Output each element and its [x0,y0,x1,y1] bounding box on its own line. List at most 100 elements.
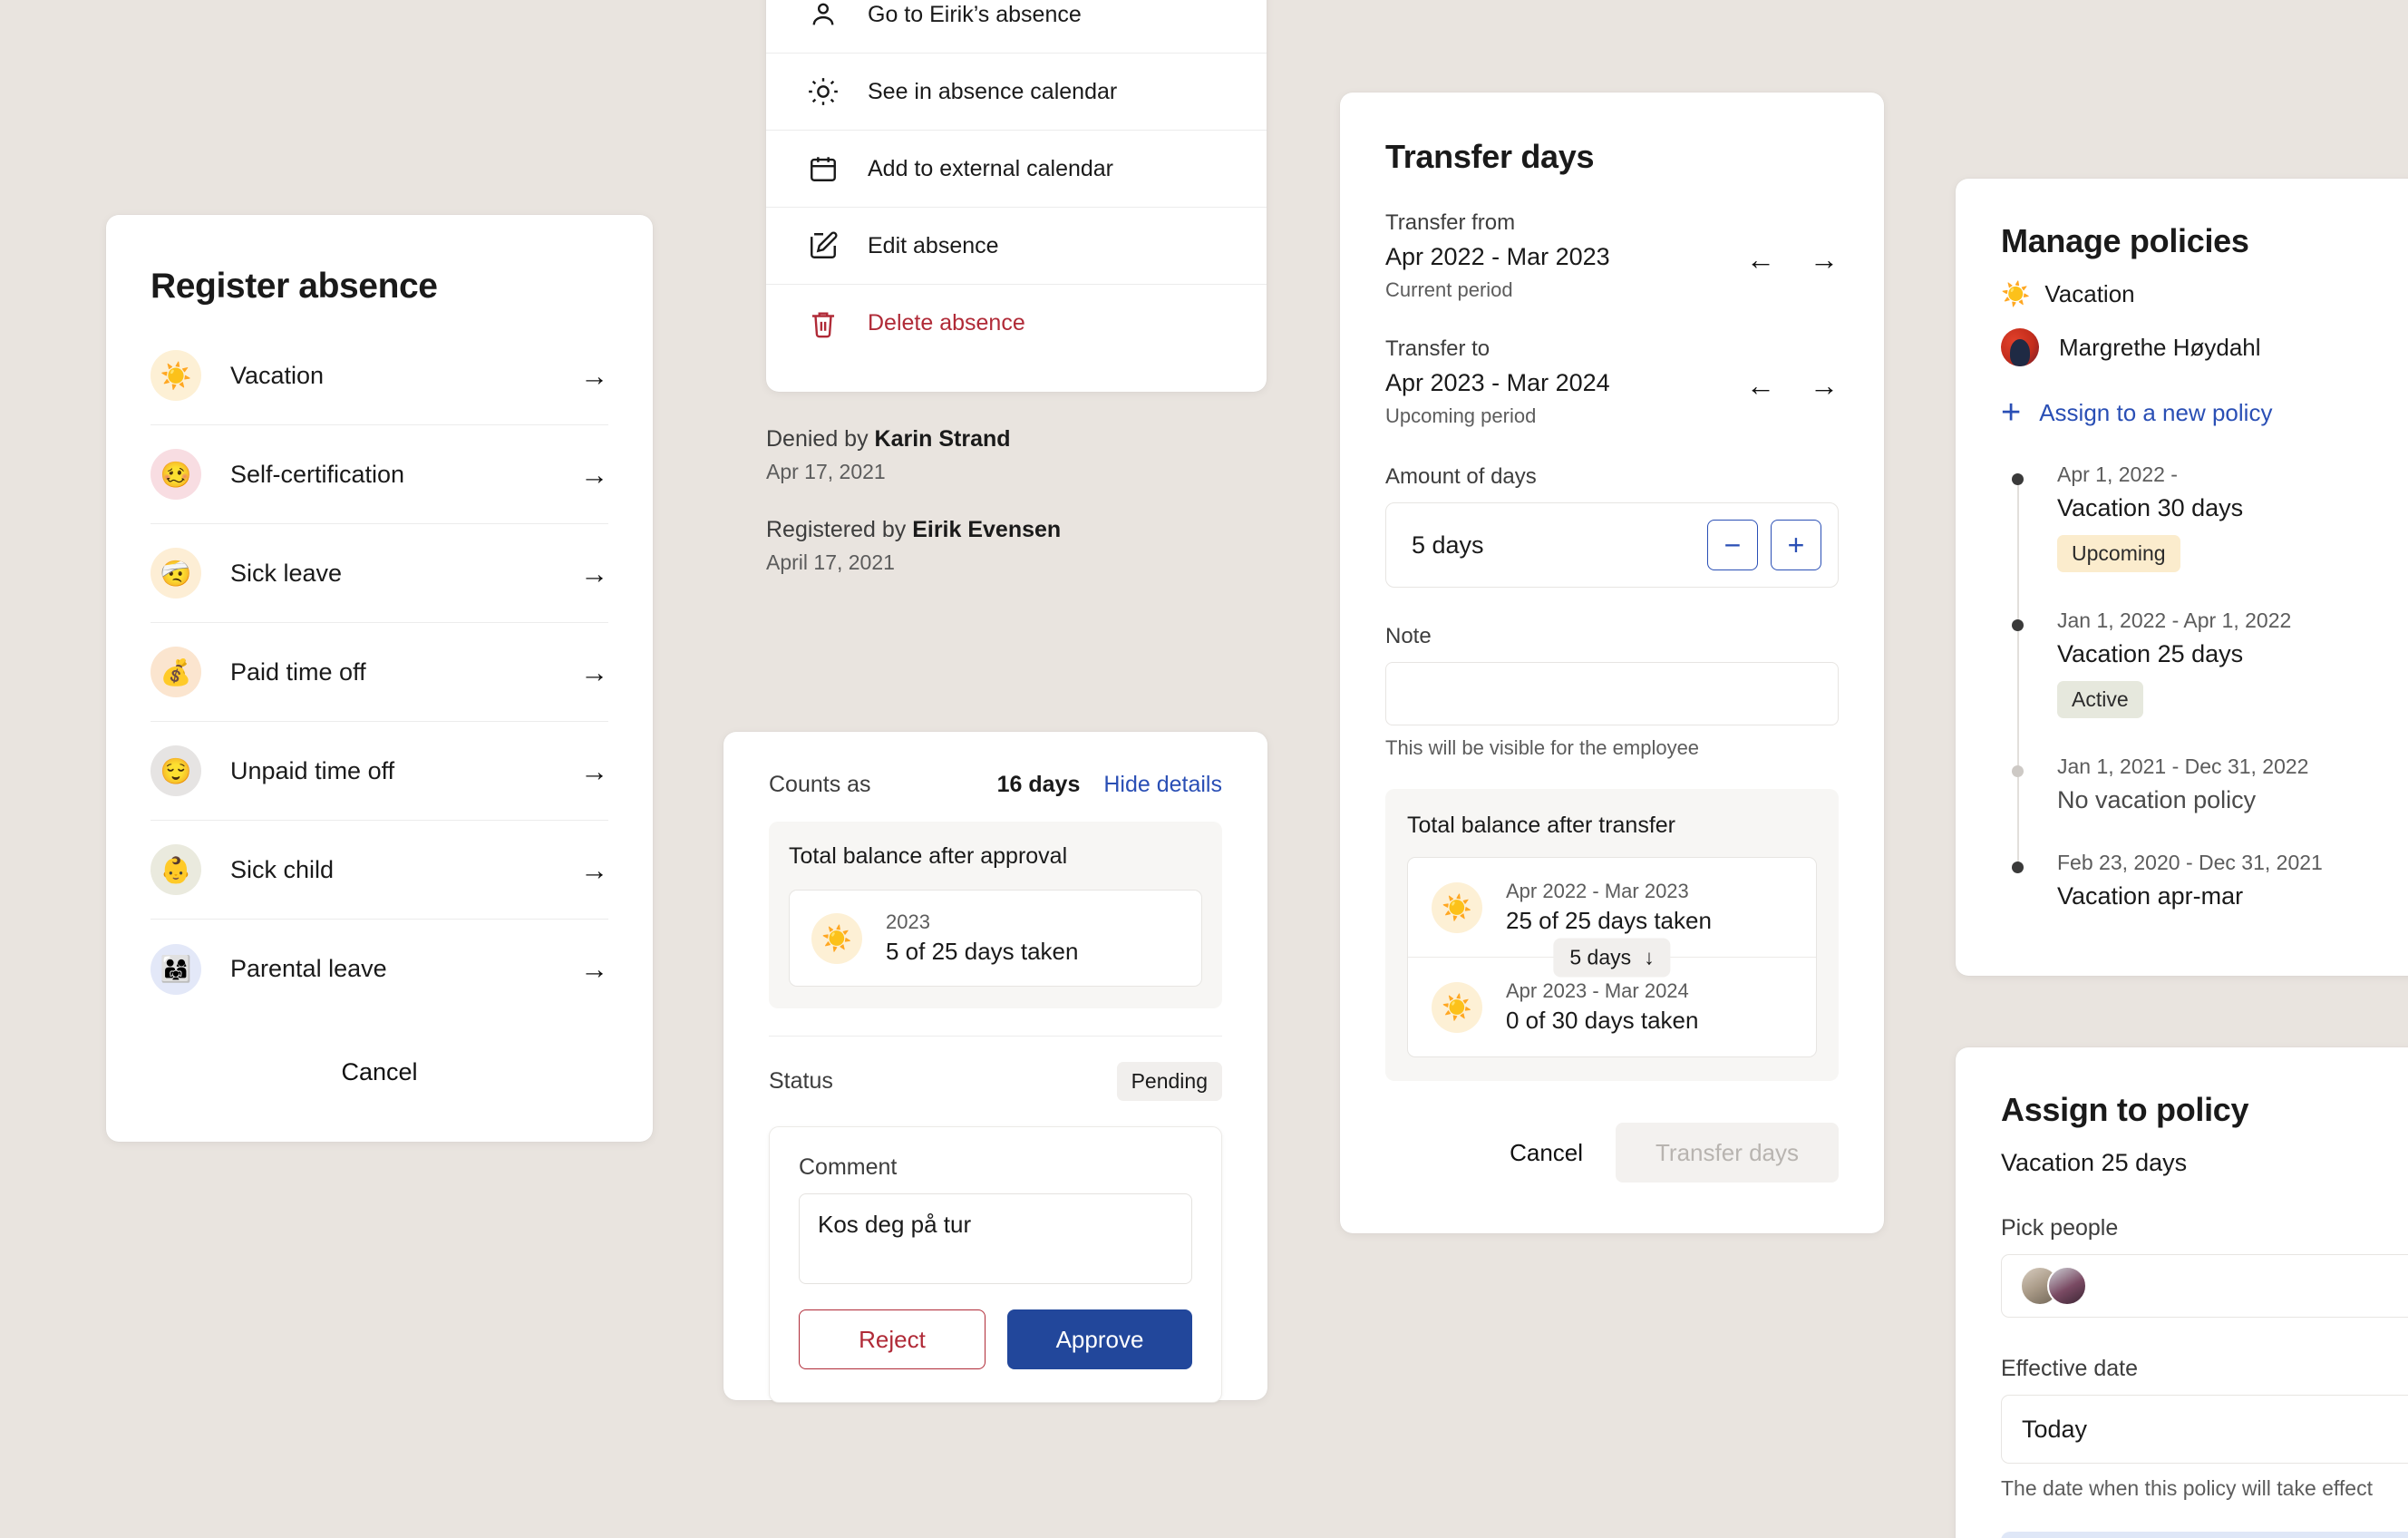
plus-icon: + [2001,394,2022,432]
absence-type-icon: 😌 [150,745,201,796]
transfer-to-label: Transfer to [1385,336,1490,361]
comment-box: Comment Kos deg på tur Reject Approve [769,1126,1222,1403]
cancel-button[interactable]: Cancel [106,1058,653,1086]
context-menu-item-label: Edit absence [868,232,999,258]
transfer-balance-box: ☀️ Apr 2022 - Mar 2023 25 of 25 days taken… [1407,857,1817,1057]
effective-date-input[interactable]: Today ✕ [2001,1395,2408,1464]
arrow-right-icon: → [580,656,608,688]
timeline-connector [2017,631,2019,771]
denied-date: Apr 17, 2021 [766,460,886,483]
counts-as-header: Counts as 16 days Hide details [769,772,1222,798]
divider [769,1036,1222,1037]
comment-input[interactable]: Kos deg på tur [799,1193,1192,1284]
absence-type-label: Sick leave [230,559,343,587]
note-label: Note [1385,624,1432,648]
context-menu-item-label: Add to external calendar [868,155,1114,181]
balance-panel: Total balance after approval ☀️ 2023 5 o… [769,822,1222,1008]
context-menu-item[interactable]: Go to Eirik’s absence [766,0,1267,54]
selected-people [2020,1266,2087,1306]
denied-by-line: Denied by Karin Strand [766,426,1267,453]
absence-type-row[interactable]: 🤕 Sick leave → [150,524,608,623]
absence-type-row[interactable]: 🥴 Self-certification → [150,425,608,524]
absence-type-label: Self-certification [230,460,405,488]
assign-policy-title: Assign to policy [2001,1091,2249,1128]
screen: Register absence ☀️ Vacation → 🥴 Self-certif… [0,0,2408,1538]
absence-type-row[interactable]: 👶 Sick child → [150,821,608,920]
arrow-right-icon[interactable]: → [1810,371,1839,400]
sun-icon: ☀️ [1432,981,1482,1033]
policy-name: Vacation 30 days [2057,494,2244,521]
context-menu-item[interactable]: Edit absence [766,208,1267,285]
pick-people-input[interactable] [2001,1254,2408,1318]
policy-status-badge: Active [2057,681,2143,718]
absence-type-row[interactable]: 👨‍👩‍👧 Parental leave → [150,920,608,1018]
arrow-right-icon: → [580,359,608,392]
assign-new-policy-link[interactable]: + Assign to a new policy [2001,395,2408,430]
transfer-days-card: Transfer days Transfer from Apr 2022 - M… [1340,92,1884,1233]
plus-icon[interactable]: + [1771,520,1821,570]
amount-value[interactable]: 5 days [1412,531,1694,560]
absence-type-label: Parental leave [230,955,387,982]
policy-date-range: Jan 1, 2021 - Dec 31, 2022 [2057,754,2309,778]
minus-icon[interactable]: − [1707,520,1758,570]
arrow-right-icon[interactable]: → [1810,245,1839,274]
context-menu-item[interactable]: See in absence calendar [766,54,1267,131]
status-label: Status [769,1068,833,1094]
reject-button[interactable]: Reject [799,1309,986,1369]
policy-timeline-item[interactable]: Feb 23, 2020 - Dec 31, 2021 Vacation apr-… [2001,851,2408,910]
absence-type-label: Vacation [230,361,325,389]
policy-date-range: Jan 1, 2022 - Apr 1, 2022 [2057,608,2292,632]
absence-type-row[interactable]: 💰 Paid time off → [150,623,608,722]
counts-as-days: 16 days [996,772,1081,797]
status-badge: Pending [1116,1062,1222,1101]
balance-panel-title: Total balance after approval [789,843,1068,869]
policy-type-row: ☀️ Vacation [2001,280,2408,308]
timeline-dot [2012,861,2024,873]
person-row: Margrethe Høydahl [2001,328,2408,366]
timeline-dot [2012,473,2024,485]
policy-timeline-item[interactable]: Jan 1, 2021 - Dec 31, 2022 No vacation po… [2001,754,2408,867]
effective-date-help: The date when this policy will take effe… [2001,1476,2373,1500]
policy-status-badge: Upcoming [2057,535,2180,572]
sun-icon: ☀️ [811,912,862,964]
absence-type-label: Paid time off [230,657,366,686]
denied-prefix: Denied by [766,426,875,452]
calendar-icon [806,151,840,186]
pick-people-label: Pick people [2001,1215,2119,1241]
context-menu-item[interactable]: Add to external calendar [766,131,1267,208]
absence-type-icon: 🤕 [150,548,201,599]
transfer-to-value: Apr 2023 - Mar 2024 [1385,369,1610,396]
policy-timeline: Apr 1, 2022 - Vacation 30 days Upcoming Jan… [2001,462,2408,910]
absence-type-icon: 👨‍👩‍👧 [150,943,201,995]
absence-type-icon: 🥴 [150,449,201,500]
avatar [2001,328,2039,366]
transfer-from-note: Current period [1385,278,1513,301]
approve-button[interactable]: Approve [1007,1309,1192,1369]
context-menu-item[interactable]: Delete absence [766,285,1267,362]
policy-timeline-item[interactable]: Apr 1, 2022 - Vacation 30 days Upcoming [2001,462,2408,625]
cancel-button[interactable]: Cancel [1510,1139,1583,1167]
assign-policy-subtitle: Vacation 25 days [2001,1149,2188,1176]
transfer-amount-chip: 5 days ↓ [1553,938,1671,977]
absence-type-row[interactable]: 😌 Unpaid time off → [150,722,608,821]
policy-name: Vacation apr-mar [2057,882,2244,910]
note-input[interactable] [1385,662,1839,725]
registered-date: April 17, 2021 [766,550,895,574]
registered-by-line: Registered by Eirik Evensen [766,517,1267,543]
arrow-left-icon[interactable]: ← [1746,371,1775,400]
balance-period: Apr 2023 - Mar 2024 [1506,979,1689,1002]
arrow-right-icon: → [580,557,608,589]
balance-row: ☀️ 2023 5 of 25 days taken [789,890,1202,987]
chip-value: 5 days [1569,945,1632,969]
policy-date-range: Apr 1, 2022 - [2057,462,2178,486]
effective-date-label: Effective date [2001,1356,2139,1381]
transfer-to-block: Transfer to Apr 2023 - Mar 2024 Upcoming… [1385,336,1839,428]
policy-type-label: Vacation [2044,280,2135,307]
policy-date-range: Feb 23, 2020 - Dec 31, 2021 [2057,851,2323,874]
policy-timeline-item[interactable]: Jan 1, 2022 - Apr 1, 2022 Vacation 25 day… [2001,608,2408,771]
sun-icon: ☀️ [1432,881,1482,933]
hide-details-link[interactable]: Hide details [1103,772,1222,798]
arrow-right-icon: → [580,458,608,491]
absence-type-row[interactable]: ☀️ Vacation → [150,326,608,425]
arrow-left-icon[interactable]: ← [1746,245,1775,274]
